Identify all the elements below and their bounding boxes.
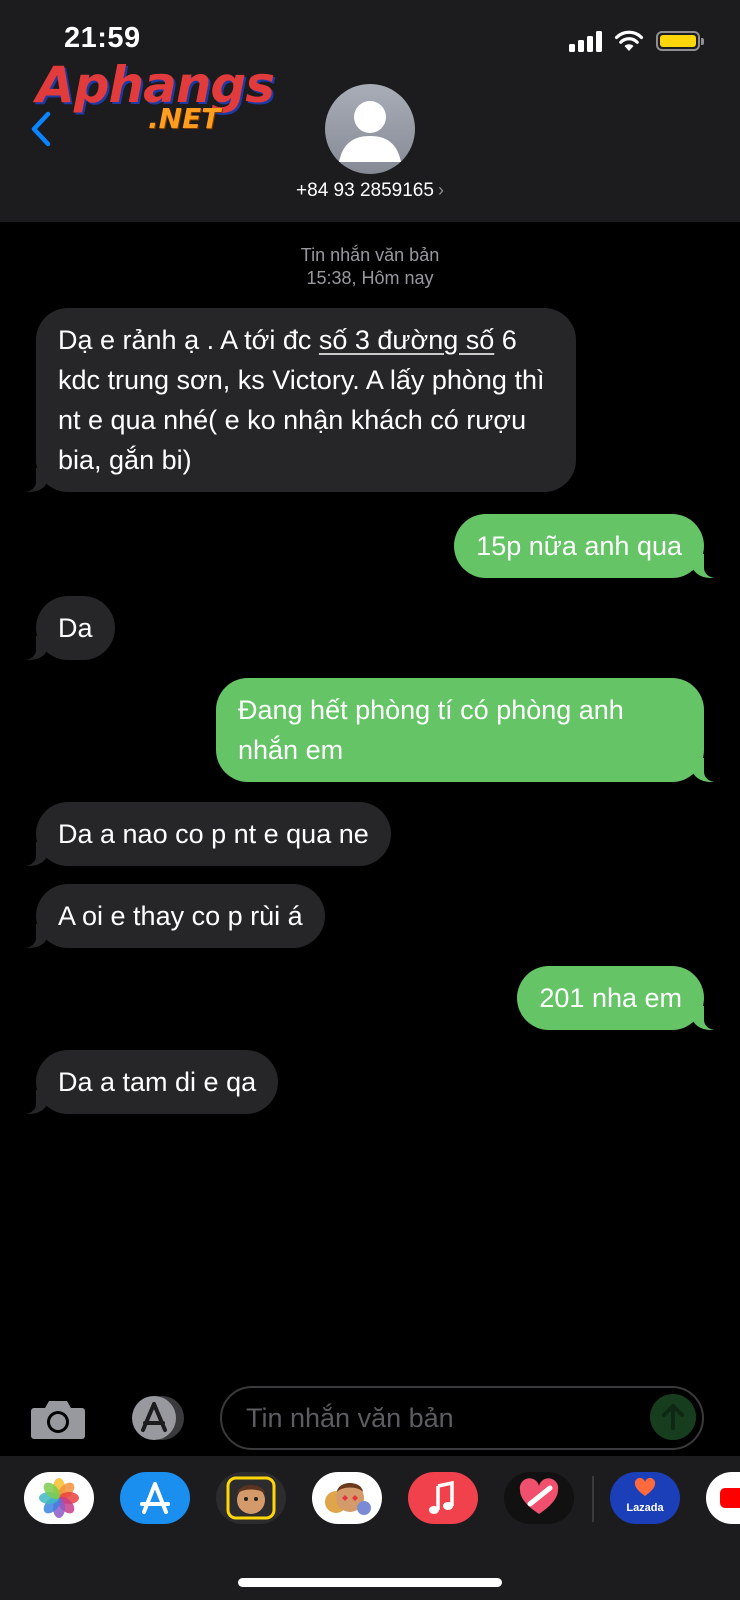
message-text: A oi e thay co p rùi á: [58, 901, 303, 931]
message-bubble-outgoing[interactable]: 15p nữa anh qua: [454, 514, 718, 578]
message-bubble-outgoing[interactable]: 201 nha em: [517, 966, 718, 1030]
conversation-header: 21:59 Aphangs .NET +84 93 2859165 ›: [0, 0, 740, 222]
contact-name-row[interactable]: +84 93 2859165 ›: [0, 180, 740, 202]
battery-icon: [656, 31, 704, 51]
youtube-app-icon[interactable]: [706, 1472, 740, 1524]
message-bubble-incoming[interactable]: Da: [22, 596, 115, 660]
dock-separator: [592, 1476, 594, 1522]
app-store-app-icon[interactable]: [120, 1472, 190, 1524]
composer-bar: Tin nhắn văn bản: [0, 1380, 740, 1456]
lazada-label: Lazada: [626, 1502, 664, 1514]
thread-meta: Tin nhắn văn bản 15:38, Hôm nay: [0, 244, 740, 290]
digital-touch-app-icon[interactable]: [504, 1472, 574, 1524]
message-text: Da: [58, 613, 93, 643]
message-bubble-incoming[interactable]: Da a tam di e qa: [21, 1050, 279, 1114]
message-text: Da a tam di e qa: [58, 1067, 257, 1097]
message-bubble-incoming[interactable]: Dạ e rảnh ạ . A tới đc số 3 đường số 6 k…: [22, 308, 576, 492]
music-app-icon[interactable]: [408, 1472, 478, 1524]
message-text: Da a nao co p nt e qua ne: [58, 819, 369, 849]
person-silhouette-icon: [339, 101, 401, 162]
contact-avatar[interactable]: [325, 84, 415, 174]
contact-number: +84 93 2859165: [296, 180, 434, 201]
message-type-label: Tin nhắn văn bản: [300, 245, 440, 265]
watermark-logo: Aphangs .NET: [36, 56, 275, 146]
message-text: 201 nha em: [539, 983, 682, 1013]
logo-text-domain: .NET: [148, 102, 221, 135]
camera-icon[interactable]: [30, 1398, 86, 1440]
message-bubble-incoming[interactable]: Da a nao co p nt e qua ne: [22, 802, 391, 866]
cellular-signal-icon: [569, 30, 602, 52]
back-chevron-icon[interactable]: [26, 108, 56, 150]
message-text: Dạ e rảnh ạ . A tới đc: [58, 325, 319, 355]
photos-app-icon[interactable]: [24, 1472, 94, 1524]
message-text: Đang hết phòng tí có phòng anh nhắn em: [238, 695, 624, 765]
send-arrow-icon[interactable]: [650, 1394, 696, 1440]
message-text: 15p nữa anh qua: [476, 531, 682, 561]
home-indicator[interactable]: [238, 1578, 502, 1587]
app-store-apps-icon[interactable]: [124, 1394, 190, 1442]
message-bubble-outgoing[interactable]: Đang hết phòng tí có phòng anh nhắn em: [216, 678, 718, 782]
message-timestamp: 15:38, Hôm nay: [306, 268, 434, 288]
status-icons: [569, 26, 704, 56]
message-input[interactable]: Tin nhắn văn bản: [220, 1386, 704, 1450]
address-link[interactable]: số 3 đường số: [319, 325, 494, 355]
lazada-app-icon[interactable]: Lazada: [610, 1472, 680, 1524]
chevron-right-icon: ›: [437, 180, 444, 200]
status-time: 21:59: [64, 22, 141, 54]
memoji-app-icon[interactable]: [216, 1472, 286, 1524]
memoji-stickers-app-icon[interactable]: [312, 1472, 382, 1524]
message-bubble-incoming[interactable]: A oi e thay co p rùi á: [22, 884, 325, 948]
wifi-icon: [614, 30, 644, 51]
